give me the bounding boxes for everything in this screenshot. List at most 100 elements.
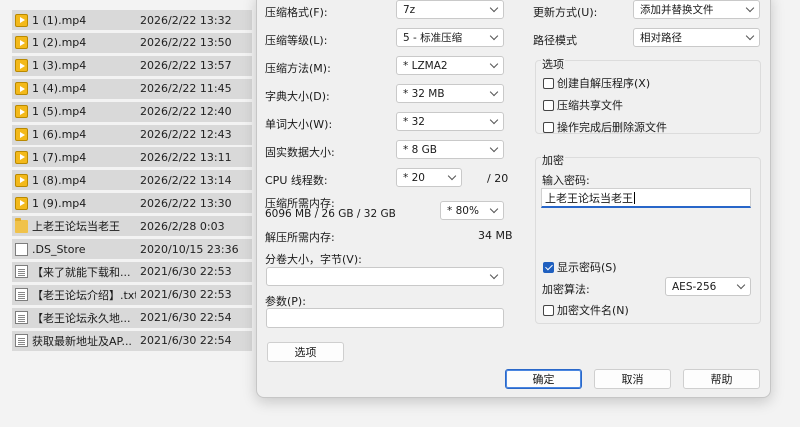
checkbox-box[interactable] <box>543 304 554 316</box>
video-file-icon <box>15 82 28 96</box>
file-name: 1 (4).mp4 <box>32 82 87 96</box>
file-date: 2026/2/22 13:50 <box>140 36 232 50</box>
chevron-down-icon <box>489 31 499 41</box>
chevron-down-icon <box>447 171 457 181</box>
file-date: 2026/2/22 13:14 <box>140 173 232 187</box>
compress-shared-checkbox[interactable]: 压缩共享文件 <box>543 97 623 113</box>
format-label: 压缩格式(F): <box>265 6 328 19</box>
video-file-icon <box>15 150 28 164</box>
path-mode-select[interactable]: 相对路径 <box>633 28 760 47</box>
help-button[interactable]: 帮助 <box>683 369 760 389</box>
chevron-down-icon <box>489 87 499 97</box>
video-file-icon <box>15 13 28 27</box>
cpu-threads-label: CPU 线程数: <box>265 174 328 187</box>
parameters-label: 参数(P): <box>265 295 306 308</box>
encryption-method-select[interactable]: AES-256 <box>665 277 751 296</box>
dict-size-select[interactable]: * 32 MB <box>396 84 504 103</box>
text-file-icon <box>15 334 28 348</box>
file-list: 1 (1).mp4 2026/2/22 13:32 1 (2).mp4 2026/2/… <box>0 0 258 427</box>
file-name: 获取最新地址及AP... <box>32 334 132 348</box>
cancel-button[interactable]: 取消 <box>594 369 671 389</box>
file-name: 1 (5).mp4 <box>32 105 87 119</box>
chevron-down-icon <box>489 3 499 13</box>
ok-button[interactable]: 确定 <box>505 369 582 389</box>
file-date: 2026/2/22 13:32 <box>140 13 232 27</box>
decompress-memory-value: 34 MB <box>478 229 513 242</box>
file-row[interactable]: 1 (3).mp4 2026/2/22 13:57 <box>12 55 252 76</box>
file-row[interactable]: 1 (1).mp4 2026/2/22 13:32 <box>12 10 252 30</box>
options-button[interactable]: 选项 <box>267 342 344 362</box>
file-date: 2021/6/30 22:53 <box>140 265 232 279</box>
encrypt-filenames-checkbox[interactable]: 加密文件名(N) <box>543 302 629 318</box>
file-date: 2021/6/30 22:53 <box>140 288 232 302</box>
chevron-down-icon <box>489 115 499 125</box>
delete-after-checkbox[interactable]: 操作完成后删除源文件 <box>543 119 667 135</box>
password-label: 输入密码: <box>542 174 590 187</box>
file-row[interactable]: 获取最新地址及AP... 2021/6/30 22:54 <box>12 330 252 351</box>
checkbox-box[interactable] <box>543 121 554 133</box>
video-file-icon <box>15 128 28 141</box>
file-date: 2026/2/22 13:57 <box>140 59 232 73</box>
file-name: 【老王论坛介绍】.txt <box>32 288 136 302</box>
method-select[interactable]: * LZMA2 <box>396 56 504 75</box>
checkbox-box[interactable] <box>543 261 554 273</box>
solid-size-select[interactable]: * 8 GB <box>396 140 504 159</box>
path-mode-label: 路径模式 <box>533 34 577 47</box>
file-row[interactable]: 1 (8).mp4 2026/2/22 13:14 <box>12 170 252 191</box>
file-date: 2020/10/15 23:36 <box>140 242 239 256</box>
file-name: 1 (3).mp4 <box>32 59 87 73</box>
encryption-method-label: 加密算法: <box>542 283 590 296</box>
file-row[interactable]: 1 (2).mp4 2026/2/22 13:50 <box>12 32 252 53</box>
file-row[interactable]: 1 (6).mp4 2026/2/22 12:43 <box>12 124 252 145</box>
show-password-checkbox[interactable]: 显示密码(S) <box>543 259 617 275</box>
file-row[interactable]: 1 (5).mp4 2026/2/22 12:40 <box>12 101 252 122</box>
update-mode-select[interactable]: 添加并替换文件 <box>633 0 760 19</box>
text-file-icon <box>15 265 28 279</box>
password-input[interactable]: 上老王论坛当老王 <box>541 188 751 208</box>
cpu-threads-max: / 20 <box>487 172 509 185</box>
level-select[interactable]: 5 - 标准压缩 <box>396 28 504 47</box>
file-name: 1 (9).mp4 <box>32 196 87 210</box>
file-row[interactable]: 上老王论坛当老王 2026/2/28 0:03 <box>12 216 252 237</box>
text-caret <box>634 191 635 204</box>
file-name: 1 (8).mp4 <box>32 173 87 187</box>
add-to-archive-dialog: 压缩格式(F): 7z 压缩等级(L): 5 - 标准压缩 压缩方法(M): *… <box>256 0 771 398</box>
video-file-icon <box>15 105 28 119</box>
file-date: 2026/2/22 12:40 <box>140 105 232 119</box>
chevron-down-icon <box>745 31 755 41</box>
file-date: 2026/2/22 11:45 <box>140 82 232 96</box>
file-name: 1 (7).mp4 <box>32 150 87 164</box>
file-date: 2021/6/30 22:54 <box>140 334 232 348</box>
file-row[interactable]: 【老王论坛介绍】.txt 2021/6/30 22:53 <box>12 284 252 305</box>
create-sfx-checkbox[interactable]: 创建自解压程序(X) <box>543 75 650 91</box>
checkbox-box[interactable] <box>543 77 554 89</box>
video-file-icon <box>15 173 28 187</box>
compress-memory-value: 6096 MB / 26 GB / 32 GB <box>265 208 396 220</box>
cpu-threads-select[interactable]: * 20 <box>396 168 462 187</box>
options-group-title: 选项 <box>541 56 565 72</box>
memory-percent-select[interactable]: * 80% <box>440 201 504 220</box>
file-row[interactable]: 1 (9).mp4 2026/2/22 13:30 <box>12 193 252 214</box>
parameters-input[interactable] <box>266 308 504 328</box>
solid-size-label: 固实数据大小: <box>265 146 335 159</box>
file-row[interactable]: 【来了就能下载和... 2021/6/30 22:53 <box>12 261 252 282</box>
video-file-icon <box>15 59 28 73</box>
encryption-group-title: 加密 <box>541 152 565 168</box>
dict-size-label: 字典大小(D): <box>265 90 330 103</box>
checkbox-box[interactable] <box>543 99 554 111</box>
folder-icon <box>15 217 28 233</box>
video-file-icon <box>15 36 28 50</box>
file-date: 2026/2/22 13:11 <box>140 150 232 164</box>
file-row[interactable]: 1 (4).mp4 2026/2/22 11:45 <box>12 78 252 99</box>
split-size-label: 分卷大小，字节(V): <box>265 253 362 266</box>
file-row[interactable]: 1 (7).mp4 2026/2/22 13:11 <box>12 147 252 168</box>
format-select[interactable]: 7z <box>396 0 504 19</box>
file-row[interactable]: 【老王论坛永久地... 2021/6/30 22:54 <box>12 307 252 328</box>
level-label: 压缩等级(L): <box>265 34 328 47</box>
word-size-label: 单词大小(W): <box>265 118 333 131</box>
file-date: 2026/2/22 12:43 <box>140 128 232 141</box>
split-size-combobox[interactable] <box>266 267 504 286</box>
file-row[interactable]: .DS_Store 2020/10/15 23:36 <box>12 239 252 259</box>
word-size-select[interactable]: * 32 <box>396 112 504 131</box>
method-label: 压缩方法(M): <box>265 62 331 75</box>
